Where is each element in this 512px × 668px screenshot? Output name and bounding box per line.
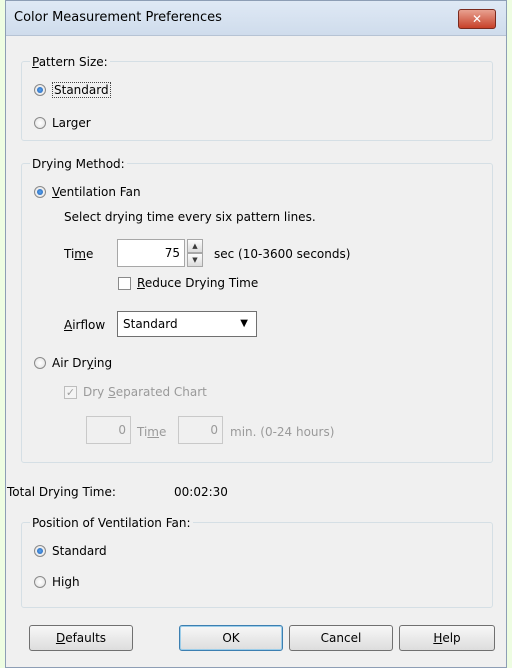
air-time-right-input[interactable]: 0 [178,416,223,444]
radio-icon [34,357,46,369]
checkbox-icon [118,276,131,290]
radio-selected-icon [34,186,46,198]
fan-position-legend: Position of Ventilation Fan: [30,515,193,531]
drying-time-spinner: ▲ ▼ [187,239,203,267]
chevron-down-icon: ▼ [240,318,248,329]
spin-up-icon[interactable]: ▲ [187,239,203,253]
fan-standard-radio[interactable]: Standard [34,542,107,560]
fan-position-group: Position of Ventilation Fan: [21,515,493,608]
pattern-size-legend: Pattern Size: [30,54,110,70]
air-time-units-label: min. (0-24 hours) [230,425,335,439]
fan-standard-label: Standard [52,544,107,558]
reduce-drying-checkbox[interactable]: Reduce Drying Time [118,274,258,292]
ventilation-fan-radio[interactable]: Ventilation Fan [34,183,141,201]
drying-instruction: Select drying time every six pattern lin… [64,210,316,224]
air-drying-radio[interactable]: Air Drying [34,354,112,372]
pattern-size-group: Pattern Size: [21,54,493,141]
drying-time-input[interactable]: 75 [117,239,185,267]
fan-high-label: High [52,575,80,589]
time-units-label: sec (10-3600 seconds) [214,247,351,261]
airflow-label: Airflow [64,318,106,332]
total-drying-label: Total Drying Time: [7,485,116,499]
pattern-standard-radio[interactable]: Standard [34,81,111,99]
dry-separated-checkbox[interactable]: ✓ Dry Separated Chart [64,383,207,401]
ventilation-fan-label: Ventilation Fan [52,185,141,199]
radio-selected-icon [34,545,46,557]
pattern-standard-label: Standard [52,82,111,98]
radio-selected-icon [34,84,46,96]
title-bar: Color Measurement Preferences ✕ [6,1,506,36]
cancel-button[interactable]: Cancel [289,625,393,651]
checkbox-checked-icon: ✓ [64,385,77,399]
air-drying-label: Air Drying [52,356,113,370]
drying-method-legend: Drying Method: [30,156,127,172]
close-icon: ✕ [471,12,483,26]
preferences-dialog: Color Measurement Preferences ✕ Pattern … [5,0,507,668]
radio-icon [34,576,46,588]
airflow-select[interactable]: Standard ▼ [117,311,257,337]
fan-high-radio[interactable]: High [34,573,80,591]
spin-down-icon[interactable]: ▼ [187,253,203,267]
air-time-label: Time [137,425,167,439]
help-button[interactable]: Help [399,625,495,651]
total-drying-value: 00:02:30 [174,485,228,499]
air-time-left-input[interactable]: 0 [86,416,131,444]
dry-separated-label: Dry Separated Chart [83,385,207,399]
close-button[interactable]: ✕ [458,9,496,29]
ok-button[interactable]: OK [179,625,283,651]
window-title: Color Measurement Preferences [14,10,222,25]
defaults-button[interactable]: Defaults [29,625,133,651]
radio-icon [34,117,46,129]
time-label: Time [64,247,94,261]
airflow-value: Standard [123,317,178,331]
pattern-larger-label: Larger [52,116,91,130]
pattern-larger-radio[interactable]: Larger [34,114,91,132]
reduce-drying-label: Reduce Drying Time [137,276,259,290]
